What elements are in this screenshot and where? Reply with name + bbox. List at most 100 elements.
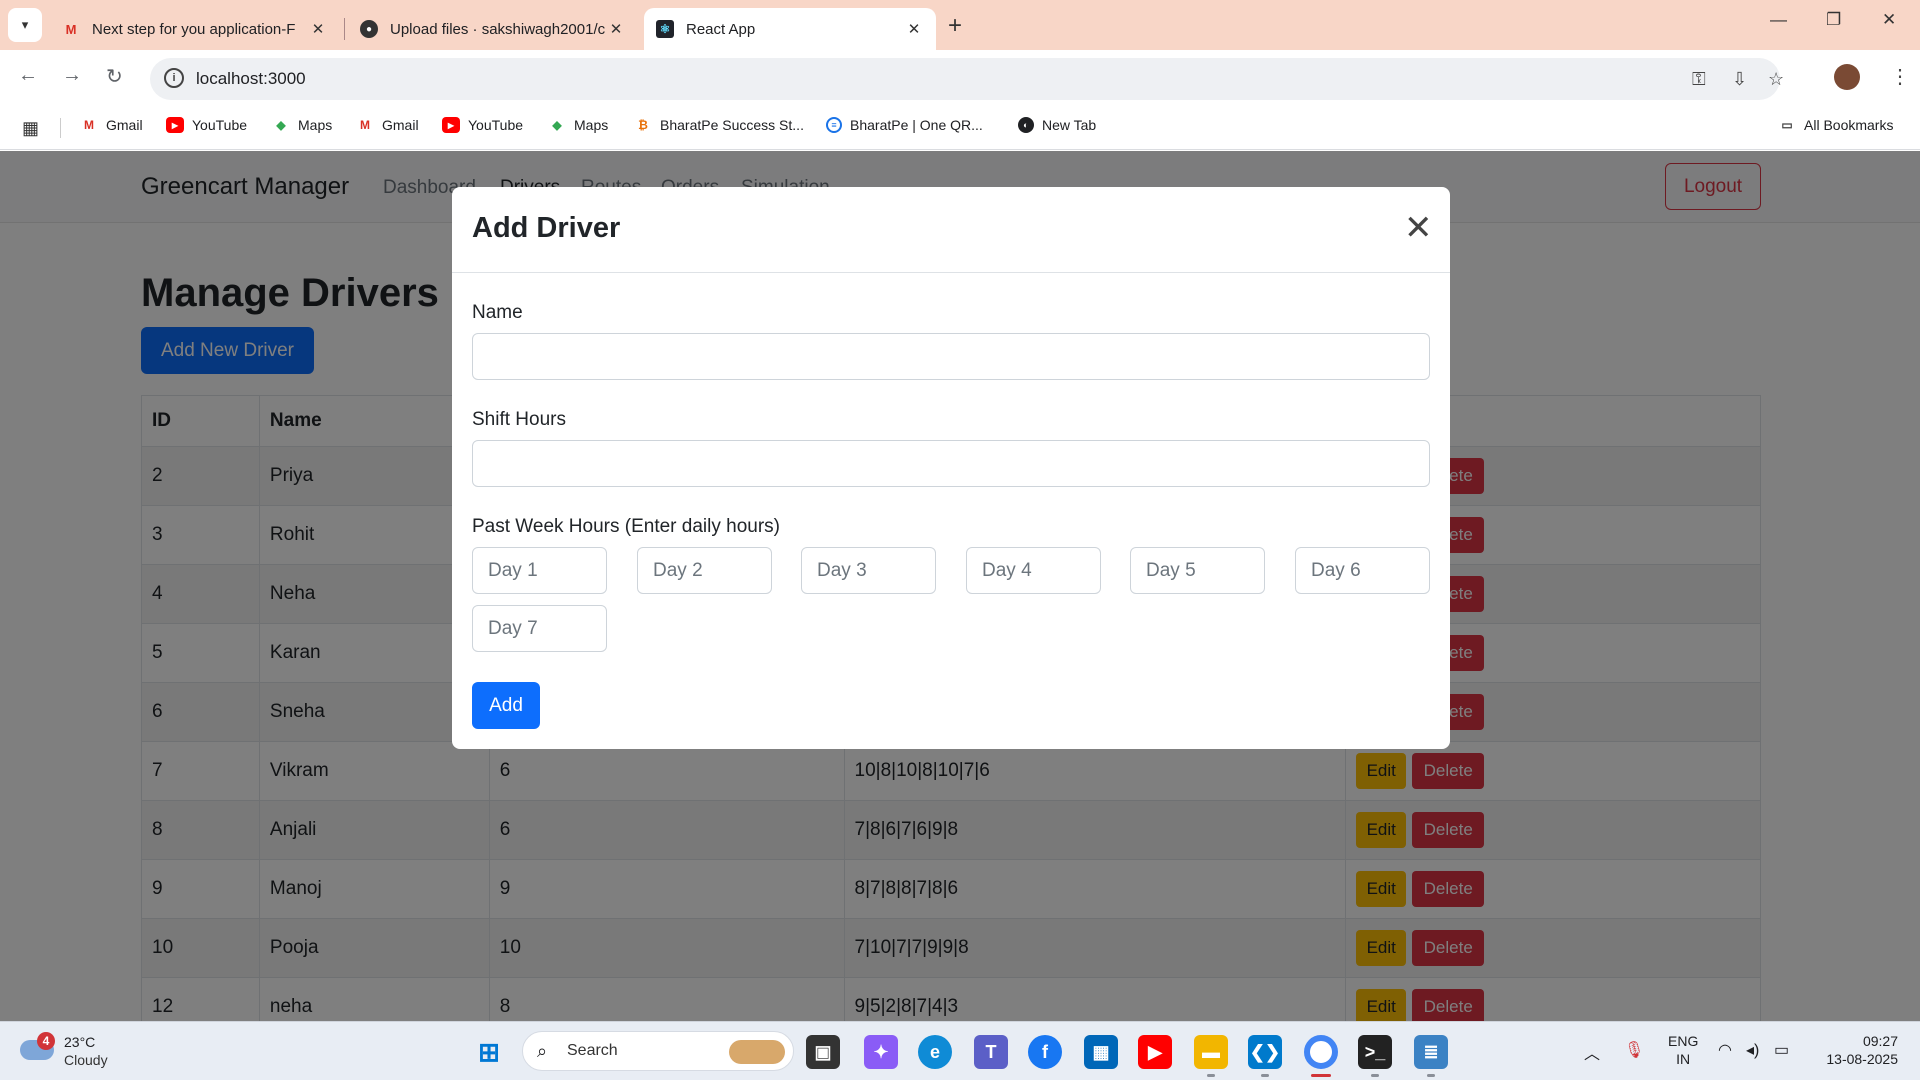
running-indicator <box>1371 1074 1379 1077</box>
bookmark-maps[interactable]: ◆ Maps <box>548 117 608 133</box>
copilot-icon[interactable]: ✦ <box>864 1035 898 1069</box>
maps-icon: ◆ <box>552 118 562 132</box>
bookmark-label: All Bookmarks <box>1804 117 1894 133</box>
youtube-icon: ▶ <box>442 117 460 133</box>
close-icon[interactable]: ✕ <box>1404 211 1433 245</box>
install-app-icon[interactable]: ⇩ <box>1732 69 1747 90</box>
bookmark-label: Maps <box>574 117 609 133</box>
vscode-icon[interactable]: ❮❯ <box>1248 1035 1282 1069</box>
day-7-input[interactable] <box>472 605 607 652</box>
gmail-icon: M <box>84 118 94 132</box>
teams-icon[interactable]: T <box>974 1035 1008 1069</box>
add-driver-modal: Add Driver ✕ Name Shift Hours Past Week … <box>452 187 1450 749</box>
windows-taskbar: 4 23°C Cloudy ⊞ ⌕ Search ▣ ✦ e T f ▦ ▶ ▬… <box>0 1021 1920 1080</box>
minimize-icon[interactable]: — <box>1770 10 1787 30</box>
day-6-input[interactable] <box>1295 547 1430 594</box>
running-indicator <box>1427 1074 1435 1077</box>
shift-hours-label: Shift Hours <box>472 409 566 430</box>
taskbar-search[interactable]: ⌕ Search <box>522 1031 794 1071</box>
gmail-icon: M <box>65 21 77 37</box>
store-icon[interactable]: ▦ <box>1084 1035 1118 1069</box>
tab-title: Upload files · sakshiwagh2001/c <box>390 20 606 38</box>
bookmark-youtube[interactable]: ▶ YouTube <box>166 117 247 133</box>
new-tab-button[interactable]: + <box>948 12 962 40</box>
menu-icon[interactable]: ⋮ <box>1890 64 1910 89</box>
bookmark-gmail[interactable]: M Gmail <box>80 117 143 133</box>
reload-icon[interactable]: ↻ <box>106 64 123 89</box>
task-view-icon[interactable]: ▣ <box>806 1035 840 1069</box>
language-indicator[interactable]: ENG IN <box>1668 1032 1698 1068</box>
add-driver-submit-button[interactable]: Add <box>472 682 540 729</box>
github-icon: ● <box>360 20 378 38</box>
battery-icon[interactable]: ▭ <box>1774 1040 1789 1060</box>
close-tab-icon[interactable]: ✕ <box>904 20 924 38</box>
youtube-icon: ▶ <box>166 117 184 133</box>
shift-hours-input[interactable] <box>472 440 1430 487</box>
day-4-input[interactable] <box>966 547 1101 594</box>
day-5-input[interactable] <box>1130 547 1265 594</box>
react-icon: ⚛ <box>656 20 674 38</box>
bookmark-youtube[interactable]: ▶ YouTube <box>442 117 523 133</box>
bookmark-gmail[interactable]: M Gmail <box>356 117 419 133</box>
bookmark-label: Maps <box>298 117 333 133</box>
all-bookmarks[interactable]: ▭ All Bookmarks <box>1778 117 1893 133</box>
tab-gmail[interactable]: M Next step for you application-F ✕ <box>50 8 340 50</box>
maps-icon: ◆ <box>276 118 286 132</box>
modal-header: Add Driver ✕ <box>452 187 1450 273</box>
bookmark-label: YouTube <box>192 117 248 133</box>
bookmark-bharatpe-qr[interactable]: ≡ BharatPe | One QR... <box>826 117 983 133</box>
address-bar[interactable]: i localhost:3000 ⚿ ⇩ ☆ <box>150 58 1784 100</box>
microphone-icon[interactable]: 🎙 <box>1624 1040 1644 1060</box>
clock[interactable]: 09:27 13-08-2025 <box>1818 1032 1898 1068</box>
past-week-hours-label: Past Week Hours (Enter daily hours) <box>472 516 780 537</box>
language-code: ENG <box>1668 1033 1699 1049</box>
apps-grid-icon[interactable]: ▦ <box>22 118 39 139</box>
password-key-icon[interactable]: ⚿ <box>1692 69 1706 90</box>
site-info-icon[interactable]: i <box>164 68 184 88</box>
tab-title: Next step for you application-F <box>92 20 296 38</box>
restore-icon[interactable]: ❐ <box>1826 10 1841 30</box>
day-3-input[interactable] <box>801 547 936 594</box>
chrome-icon[interactable] <box>1304 1035 1338 1069</box>
tab-github[interactable]: ● Upload files · sakshiwagh2001/c ✕ <box>348 8 638 50</box>
globe-icon: ◐ <box>1018 117 1034 133</box>
windows-start-icon[interactable]: ⊞ <box>472 1035 506 1069</box>
edge-icon[interactable]: e <box>918 1035 952 1069</box>
name-input[interactable] <box>472 333 1430 380</box>
bookmark-new-tab[interactable]: ◐ New Tab <box>1018 117 1096 133</box>
volume-icon[interactable]: ◂) <box>1746 1040 1759 1060</box>
day-2-input[interactable] <box>637 547 772 594</box>
tab-search-button[interactable]: ▾ <box>8 8 42 42</box>
notepad-icon[interactable]: ≣ <box>1414 1035 1448 1069</box>
back-icon[interactable]: ← <box>18 64 38 87</box>
file-explorer-icon[interactable]: ▬ <box>1194 1035 1228 1069</box>
bookmark-bharatpe-success[interactable]: ₿ BharatPe Success St... <box>634 117 804 133</box>
bharatpe-qr-icon: ≡ <box>826 117 842 133</box>
tab-divider <box>344 18 345 40</box>
wifi-icon[interactable]: ◠ <box>1718 1040 1732 1060</box>
forward-icon[interactable]: → <box>62 64 82 87</box>
app-page: Greencart Manager Dashboard Drivers Rout… <box>0 151 1920 1021</box>
close-tab-icon[interactable]: ✕ <box>606 20 626 38</box>
region-code: IN <box>1676 1051 1691 1067</box>
day-1-input[interactable] <box>472 547 607 594</box>
profile-avatar[interactable] <box>1834 64 1860 90</box>
terminal-icon[interactable]: >_ <box>1358 1035 1392 1069</box>
bookmark-star-icon[interactable]: ☆ <box>1768 69 1784 90</box>
bookmark-label: BharatPe Success St... <box>660 117 804 133</box>
active-app-indicator <box>1311 1074 1331 1077</box>
facebook-icon[interactable]: f <box>1028 1035 1062 1069</box>
browser-tab-bar: ▾ M Next step for you application-F ✕ ● … <box>0 0 1920 50</box>
tab-react-app[interactable]: ⚛ React App ✕ <box>644 8 936 50</box>
close-window-icon[interactable]: ✕ <box>1882 10 1896 30</box>
youtube-icon[interactable]: ▶ <box>1138 1035 1172 1069</box>
time-text: 09:27 <box>1862 1033 1898 1049</box>
bookmarks-bar: ▦ M Gmail ▶ YouTube ◆ Maps M Gmail ▶ YouTube … <box>0 106 1920 150</box>
show-hidden-icons[interactable]: ︿ <box>1584 1040 1600 1064</box>
running-indicator <box>1261 1074 1269 1077</box>
close-tab-icon[interactable]: ✕ <box>308 20 328 38</box>
bharatpe-icon: ₿ <box>638 118 648 132</box>
url-text[interactable]: localhost:3000 <box>196 69 306 89</box>
bookmark-divider <box>60 118 61 138</box>
bookmark-maps[interactable]: ◆ Maps <box>272 117 332 133</box>
